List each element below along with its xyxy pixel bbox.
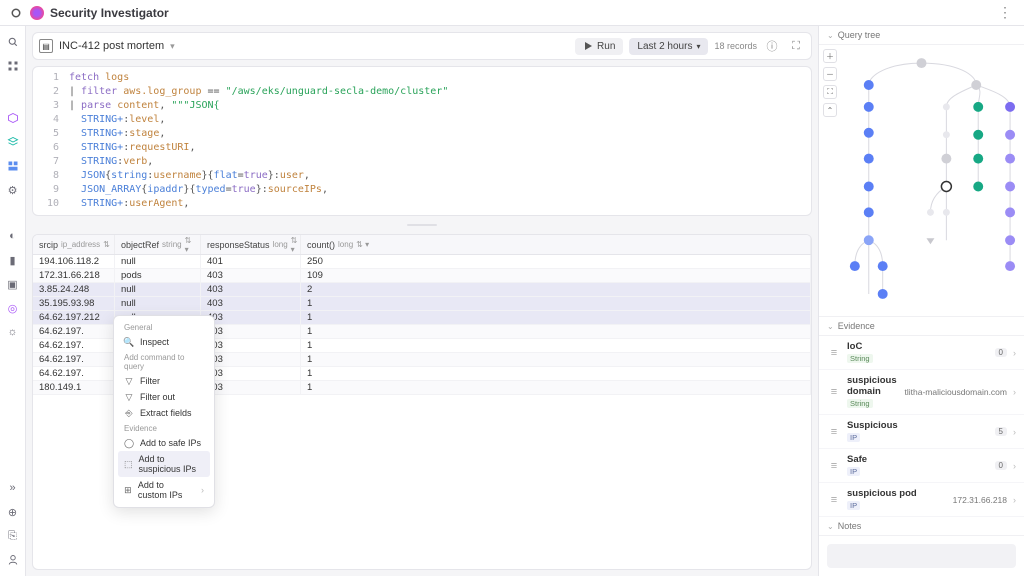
plus-icon: ⊞ (124, 485, 132, 495)
table-row[interactable]: 172.31.66.218pods403109 (33, 269, 811, 283)
grid-icon[interactable] (5, 158, 21, 174)
table-row[interactable]: 3.85.24.248null4032 (33, 283, 811, 297)
record-count: 18 records (714, 41, 757, 51)
globe-icon[interactable]: ⊕ (5, 504, 21, 520)
alert-icon: ⬚ (124, 459, 133, 469)
bookmark-icon[interactable]: ⎘ (5, 528, 21, 544)
left-nav: ⚙ ◐ ▮ ▣ ◎ ☼ » ⊕ ⎘ (0, 26, 26, 576)
run-button[interactable]: Run (575, 38, 623, 55)
results-table: srcip ip_address ⇅objectRef string ⇅ ▾re… (32, 234, 812, 570)
app-title: Security Investigator (50, 6, 169, 20)
monitor-icon[interactable]: ▣ (5, 276, 21, 292)
filter-icon: ▽ (124, 376, 134, 386)
dashboard-icon[interactable]: ◐ (5, 228, 21, 244)
menu-section-add-command: Add command to query (118, 350, 210, 373)
resize-handle[interactable] (32, 222, 812, 228)
chevron-down-icon[interactable]: ▾ (170, 41, 175, 52)
cube-icon[interactable] (5, 110, 21, 126)
shield-icon: ◯ (124, 438, 134, 448)
menu-filter[interactable]: ▽Filter (118, 373, 210, 389)
layers-icon[interactable] (5, 134, 21, 150)
query-tree[interactable]: ＋ － ⛶ ⌃ (819, 45, 1024, 317)
investigator-icon[interactable]: ◎ (5, 300, 21, 316)
evidence-header[interactable]: ⌄Evidence (819, 317, 1024, 336)
collapse-all-icon[interactable]: ⌃ (823, 103, 837, 117)
menu-add-custom-ips[interactable]: ⊞Add to custom IPs› (118, 477, 210, 503)
zoom-in-icon[interactable]: ＋ (823, 49, 837, 63)
col-header-responseStatus[interactable]: responseStatus long ⇅ ▾ (201, 235, 301, 254)
apps-icon[interactable] (5, 58, 21, 74)
notes-header[interactable]: ⌄Notes (819, 517, 1024, 536)
expand-icon[interactable]: ⛶ (787, 37, 805, 55)
evidence-item[interactable]: ≡SafeIP0› (819, 449, 1024, 483)
notes-input[interactable] (827, 544, 1016, 568)
evidence-item[interactable]: ≡suspicious podIP172.31.66.218› (819, 483, 1024, 517)
list-icon: ≡ (827, 385, 841, 399)
app-switcher-icon[interactable] (8, 5, 24, 21)
menu-section-evidence: Evidence (118, 421, 210, 435)
col-header-srcip[interactable]: srcip ip_address ⇅ (33, 235, 115, 254)
menu-filter-out[interactable]: ▽Filter out (118, 389, 210, 405)
extract-icon: ⎆ (124, 408, 134, 418)
menu-add-suspicious-ips[interactable]: ⬚Add to suspicious IPs (118, 451, 210, 477)
zoom-out-icon[interactable]: － (823, 67, 837, 81)
menu-inspect[interactable]: 🔍Inspect (118, 334, 210, 350)
chevron-right-icon: › (1013, 461, 1016, 471)
menu-section-general: General (118, 320, 210, 334)
chevron-right-icon: › (1013, 348, 1016, 358)
app-logo-icon (30, 6, 44, 20)
sun-icon[interactable]: ☼ (5, 324, 21, 340)
chevron-right-icon: › (1013, 495, 1016, 505)
chevron-right-icon: › (1013, 427, 1016, 437)
time-range-button[interactable]: Last 2 hours▾ (629, 38, 708, 55)
list-icon: ≡ (827, 425, 841, 439)
list-icon: ≡ (827, 346, 841, 360)
chevron-right-icon: › (1013, 387, 1016, 397)
menu-extract-fields[interactable]: ⎆Extract fields (118, 405, 210, 421)
col-header-count[interactable]: count() long ⇅ ▾ (301, 235, 811, 254)
more-menu-icon[interactable]: ⋮ (994, 4, 1016, 21)
search-icon[interactable] (5, 34, 21, 50)
investigation-name[interactable]: INC-412 post mortem (59, 40, 164, 52)
fit-icon[interactable]: ⛶ (823, 85, 837, 99)
context-menu: General 🔍Inspect Add command to query ▽F… (113, 315, 215, 508)
list-icon: ≡ (827, 459, 841, 473)
evidence-item[interactable]: ≡IoCString0› (819, 336, 1024, 370)
search-icon: 🔍 (124, 337, 134, 347)
col-header-objectRef[interactable]: objectRef string ⇅ ▾ (115, 235, 201, 254)
database-icon[interactable]: ▮ (5, 252, 21, 268)
query-tree-header[interactable]: ⌄Query tree (819, 26, 1024, 45)
collapse-icon[interactable]: » (5, 480, 21, 496)
menu-add-safe-ips[interactable]: ◯Add to safe IPs (118, 435, 210, 451)
gear-icon[interactable]: ⚙ (5, 182, 21, 198)
evidence-item[interactable]: ≡SuspiciousIP5› (819, 415, 1024, 449)
query-toolbar: ▤ INC-412 post mortem ▾ Run Last 2 hours… (32, 32, 812, 60)
sheet-icon[interactable]: ▤ (39, 39, 53, 53)
table-row[interactable]: 194.106.118.2null401250 (33, 255, 811, 269)
user-icon[interactable] (5, 552, 21, 568)
info-icon[interactable]: ⓘ (763, 37, 781, 55)
filter-out-icon: ▽ (124, 392, 134, 402)
table-row[interactable]: 35.195.93.98null4031 (33, 297, 811, 311)
evidence-item[interactable]: ≡suspicious domainStringtlitha-malicious… (819, 370, 1024, 415)
list-icon: ≡ (827, 493, 841, 507)
query-editor[interactable]: 1fetch logs2| filter aws.log_group == "/… (32, 66, 812, 216)
